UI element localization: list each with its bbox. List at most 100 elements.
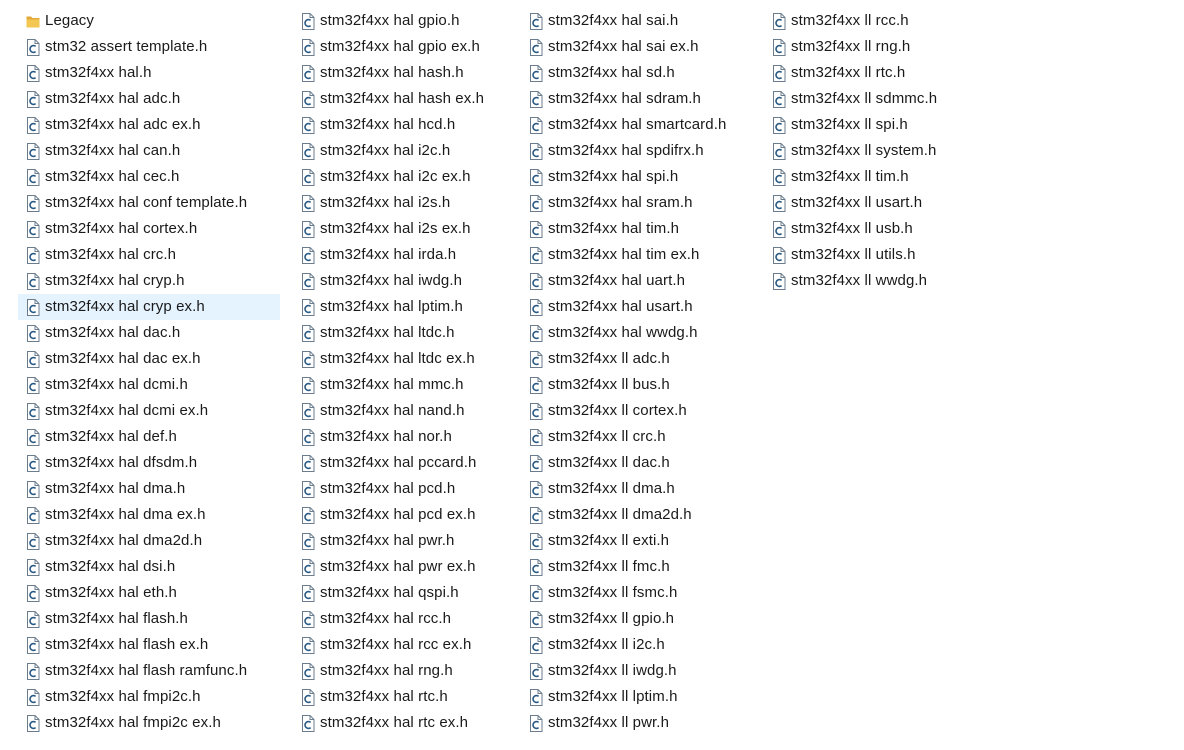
file-item[interactable]: stm32f4xx hal rtc ex.h [293,710,513,736]
file-item[interactable]: stm32f4xx ll fmc.h [521,554,757,580]
file-item[interactable]: stm32f4xx hal cryp ex.h [18,294,280,320]
c-header-file-icon [529,38,543,56]
file-name-label: stm32f4xx hal dma.h [45,480,186,497]
file-item[interactable]: stm32f4xx hal gpio.h [293,8,513,34]
file-item[interactable]: stm32f4xx ll crc.h [521,424,757,450]
file-name-label: stm32f4xx hal sram.h [548,194,693,211]
file-item[interactable]: stm32f4xx hal tim.h [521,216,757,242]
file-item[interactable]: stm32f4xx hal pcd.h [293,476,513,502]
file-item[interactable]: stm32f4xx hal uart.h [521,268,757,294]
file-item[interactable]: stm32f4xx ll spi.h [764,112,964,138]
file-item[interactable]: stm32f4xx ll usart.h [764,190,964,216]
file-item[interactable]: stm32f4xx hal cortex.h [18,216,280,242]
file-item[interactable]: stm32 assert template.h [18,34,280,60]
file-item[interactable]: stm32f4xx hal rtc.h [293,684,513,710]
file-item[interactable]: stm32f4xx hal rcc.h [293,606,513,632]
file-item[interactable]: stm32f4xx ll rng.h [764,34,964,60]
file-item[interactable]: stm32f4xx ll tim.h [764,164,964,190]
file-item[interactable]: stm32f4xx hal can.h [18,138,280,164]
file-item[interactable]: stm32f4xx hal lptim.h [293,294,513,320]
file-item[interactable]: stm32f4xx hal fmpi2c.h [18,684,280,710]
file-item[interactable]: stm32f4xx hal fmpi2c ex.h [18,710,280,736]
file-item[interactable]: stm32f4xx ll dac.h [521,450,757,476]
file-item[interactable]: stm32f4xx hal dma.h [18,476,280,502]
file-item[interactable]: stm32f4xx ll pwr.h [521,710,757,736]
file-item[interactable]: stm32f4xx ll cortex.h [521,398,757,424]
file-item[interactable]: stm32f4xx hal ltdc ex.h [293,346,513,372]
file-item[interactable]: stm32f4xx hal mmc.h [293,372,513,398]
file-item[interactable]: stm32f4xx hal spi.h [521,164,757,190]
file-item[interactable]: stm32f4xx hal dcmi.h [18,372,280,398]
file-item[interactable]: stm32f4xx hal pccard.h [293,450,513,476]
file-item[interactable]: stm32f4xx hal hash.h [293,60,513,86]
file-item[interactable]: stm32f4xx hal spdifrx.h [521,138,757,164]
file-name-label: stm32f4xx hal adc.h [45,90,181,107]
file-item[interactable]: stm32f4xx ll lptim.h [521,684,757,710]
file-item[interactable]: stm32f4xx hal i2s ex.h [293,216,513,242]
file-item[interactable]: stm32f4xx hal nand.h [293,398,513,424]
file-item[interactable]: stm32f4xx ll system.h [764,138,964,164]
file-item[interactable]: stm32f4xx ll adc.h [521,346,757,372]
file-item[interactable]: stm32f4xx hal cec.h [18,164,280,190]
file-item[interactable]: stm32f4xx hal cryp.h [18,268,280,294]
file-item[interactable]: stm32f4xx hal dma ex.h [18,502,280,528]
file-item[interactable]: stm32f4xx hal i2s.h [293,190,513,216]
file-item[interactable]: stm32f4xx hal dac.h [18,320,280,346]
file-item[interactable]: stm32f4xx hal gpio ex.h [293,34,513,60]
file-item[interactable]: stm32f4xx hal eth.h [18,580,280,606]
file-item[interactable]: stm32f4xx hal nor.h [293,424,513,450]
file-item[interactable]: stm32f4xx hal flash ex.h [18,632,280,658]
file-item[interactable]: stm32f4xx ll rcc.h [764,8,964,34]
file-item[interactable]: stm32f4xx hal sram.h [521,190,757,216]
file-item[interactable]: stm32f4xx ll usb.h [764,216,964,242]
file-item[interactable]: stm32f4xx hal sai ex.h [521,34,757,60]
file-item[interactable]: stm32f4xx hal iwdg.h [293,268,513,294]
file-item[interactable]: stm32f4xx hal irda.h [293,242,513,268]
file-item[interactable]: stm32f4xx hal tim ex.h [521,242,757,268]
file-item[interactable]: stm32f4xx ll dma2d.h [521,502,757,528]
file-item[interactable]: stm32f4xx hal pwr ex.h [293,554,513,580]
file-item[interactable]: stm32f4xx hal wwdg.h [521,320,757,346]
file-item[interactable]: stm32f4xx hal adc ex.h [18,112,280,138]
file-item[interactable]: stm32f4xx ll sdmmc.h [764,86,964,112]
file-item[interactable]: stm32f4xx hal hash ex.h [293,86,513,112]
file-item[interactable]: stm32f4xx hal qspi.h [293,580,513,606]
file-item[interactable]: stm32f4xx hal sai.h [521,8,757,34]
file-item[interactable]: stm32f4xx hal dsi.h [18,554,280,580]
file-item[interactable]: stm32f4xx hal rcc ex.h [293,632,513,658]
file-item[interactable]: stm32f4xx ll exti.h [521,528,757,554]
file-item[interactable]: stm32f4xx ll rtc.h [764,60,964,86]
file-item[interactable]: stm32f4xx ll dma.h [521,476,757,502]
file-item[interactable]: stm32f4xx hal sd.h [521,60,757,86]
file-item[interactable]: stm32f4xx hal.h [18,60,280,86]
file-item[interactable]: stm32f4xx hal i2c.h [293,138,513,164]
file-item[interactable]: stm32f4xx hal usart.h [521,294,757,320]
file-item[interactable]: stm32f4xx hal smartcard.h [521,112,757,138]
folder-item[interactable]: Legacy [18,8,280,34]
file-item[interactable]: stm32f4xx ll iwdg.h [521,658,757,684]
file-item[interactable]: stm32f4xx hal rng.h [293,658,513,684]
file-item[interactable]: stm32f4xx ll bus.h [521,372,757,398]
file-item[interactable]: stm32f4xx hal pcd ex.h [293,502,513,528]
file-item[interactable]: stm32f4xx ll gpio.h [521,606,757,632]
file-item[interactable]: stm32f4xx hal i2c ex.h [293,164,513,190]
file-item[interactable]: stm32f4xx hal ltdc.h [293,320,513,346]
file-item[interactable]: stm32f4xx ll fsmc.h [521,580,757,606]
file-item[interactable]: stm32f4xx hal def.h [18,424,280,450]
file-item[interactable]: stm32f4xx hal flash.h [18,606,280,632]
file-item[interactable]: stm32f4xx hal crc.h [18,242,280,268]
file-item[interactable]: stm32f4xx hal hcd.h [293,112,513,138]
file-item[interactable]: stm32f4xx hal sdram.h [521,86,757,112]
file-item[interactable]: stm32f4xx ll i2c.h [521,632,757,658]
file-item[interactable]: stm32f4xx hal dfsdm.h [18,450,280,476]
file-item[interactable]: stm32f4xx hal conf template.h [18,190,280,216]
file-item[interactable]: stm32f4xx ll utils.h [764,242,964,268]
file-item[interactable]: stm32f4xx hal adc.h [18,86,280,112]
file-item[interactable]: stm32f4xx hal flash ramfunc.h [18,658,280,684]
file-item[interactable]: stm32f4xx ll wwdg.h [764,268,964,294]
file-item[interactable]: stm32f4xx hal dac ex.h [18,346,280,372]
file-item[interactable]: stm32f4xx hal dma2d.h [18,528,280,554]
folder-icon [26,13,40,30]
file-item[interactable]: stm32f4xx hal dcmi ex.h [18,398,280,424]
file-item[interactable]: stm32f4xx hal pwr.h [293,528,513,554]
